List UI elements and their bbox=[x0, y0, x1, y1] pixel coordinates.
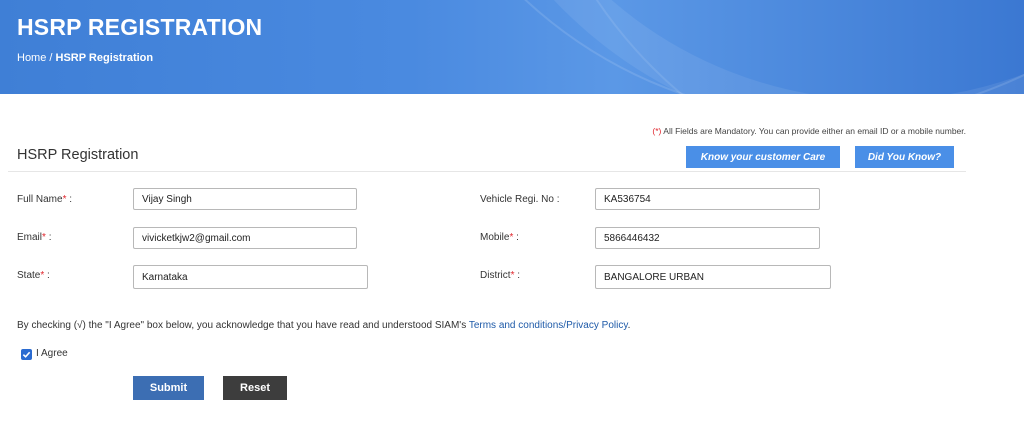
did-you-know-button[interactable]: Did You Know? bbox=[855, 146, 954, 168]
agreement-text: By checking (√) the "I Agree" box below,… bbox=[17, 320, 630, 331]
state-select[interactable] bbox=[133, 265, 368, 289]
agreement-period: . bbox=[627, 320, 631, 331]
breadcrumb-current: HSRP Registration bbox=[55, 52, 154, 64]
customer-care-button[interactable]: Know your customer Care bbox=[686, 146, 840, 168]
full-name-input[interactable] bbox=[133, 188, 357, 210]
full-name-label-text: Full Name bbox=[17, 194, 63, 205]
email-label-text: Email bbox=[17, 232, 43, 243]
reset-button[interactable]: Reset bbox=[223, 376, 287, 400]
page-banner: HSRP REGISTRATION Home / HSRP Registrati… bbox=[0, 0, 1024, 94]
breadcrumb-separator: / bbox=[46, 52, 56, 64]
agree-checkbox[interactable] bbox=[21, 349, 32, 360]
submit-button[interactable]: Submit bbox=[133, 376, 204, 400]
mandatory-note: (*) All Fields are Mandatory. You can pr… bbox=[652, 126, 966, 136]
section-title: HSRP Registration bbox=[17, 147, 139, 163]
terms-link[interactable]: Terms and conditions/Privacy Policy bbox=[469, 320, 628, 331]
district-select[interactable] bbox=[595, 265, 831, 289]
email-label: Email* : bbox=[17, 232, 51, 243]
email-input[interactable] bbox=[133, 227, 357, 249]
mandatory-text: All Fields are Mandatory. You can provid… bbox=[661, 126, 966, 136]
label-suffix: : bbox=[66, 194, 73, 205]
breadcrumb: Home / HSRP Registration bbox=[17, 52, 153, 64]
full-name-label: Full Name* : bbox=[17, 194, 72, 205]
label-suffix: : bbox=[45, 232, 52, 243]
page-title: HSRP REGISTRATION bbox=[17, 14, 263, 40]
checkmark-icon bbox=[22, 351, 31, 358]
breadcrumb-home-link[interactable]: Home bbox=[17, 52, 46, 64]
mobile-label: Mobile* : bbox=[480, 232, 519, 243]
label-suffix: : bbox=[44, 270, 50, 281]
agreement-body: By checking (√) the "I Agree" box below,… bbox=[17, 320, 469, 331]
mobile-input[interactable] bbox=[595, 227, 820, 249]
label-suffix: : bbox=[514, 270, 521, 281]
label-suffix: : bbox=[513, 232, 519, 243]
vehicle-no-input[interactable] bbox=[595, 188, 820, 210]
state-label-text: State bbox=[17, 270, 41, 281]
mobile-label-text: Mobile bbox=[480, 232, 510, 243]
section-divider bbox=[8, 171, 966, 172]
district-label-text: District bbox=[480, 270, 511, 281]
vehicle-no-label: Vehicle Regi. No : bbox=[480, 194, 560, 205]
state-label: State* : bbox=[17, 270, 50, 281]
district-label: District* : bbox=[480, 270, 520, 281]
agree-label[interactable]: I Agree bbox=[36, 348, 68, 359]
